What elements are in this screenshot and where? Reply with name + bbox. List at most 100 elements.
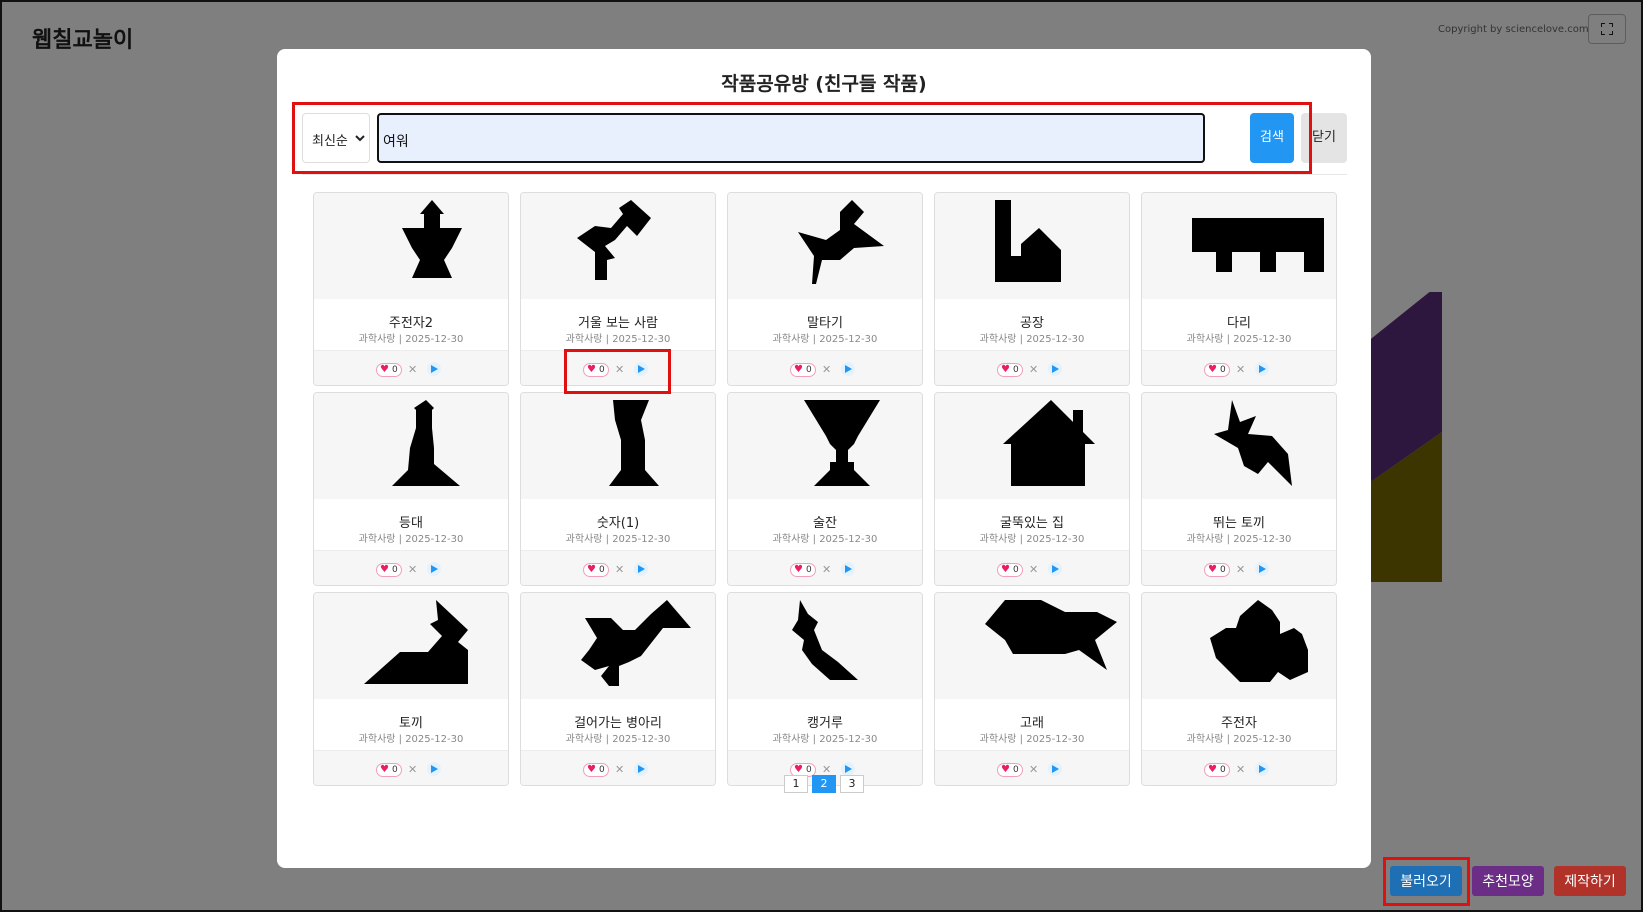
artwork-card[interactable]: 굴뚝있는 집 과학사랑 | 2025-12-30 ♥ 0 ✕ <box>934 392 1130 586</box>
close-button[interactable]: 닫기 <box>1301 113 1347 163</box>
delete-icon[interactable]: ✕ <box>1236 363 1245 377</box>
make-button[interactable]: 제작하기 <box>1554 866 1626 896</box>
artwork-card[interactable]: 캥거루 과학사랑 | 2025-12-30 ♥ 0 ✕ <box>727 592 923 786</box>
artwork-title: 주전자 <box>1221 716 1257 731</box>
delete-icon[interactable]: ✕ <box>408 363 417 377</box>
load-button[interactable]: 불러오기 <box>1390 866 1462 896</box>
artwork-meta: 과학사랑 | 2025-12-30 <box>565 734 671 745</box>
delete-icon[interactable]: ✕ <box>822 363 831 377</box>
artwork-card[interactable]: 숫자(1) 과학사랑 | 2025-12-30 ♥ 0 ✕ <box>520 392 716 586</box>
play-icon <box>638 365 645 373</box>
artwork-title: 고래 <box>1020 716 1044 731</box>
like-button[interactable]: ♥ 0 <box>1204 363 1230 377</box>
like-button[interactable]: ♥ 0 <box>583 563 609 577</box>
like-button[interactable]: ♥ 0 <box>583 363 609 377</box>
delete-icon[interactable]: ✕ <box>408 563 417 577</box>
artwork-thumbnail[interactable] <box>728 193 922 299</box>
artwork-card[interactable]: 뛰는 토끼 과학사랑 | 2025-12-30 ♥ 0 ✕ <box>1141 392 1337 586</box>
heart-icon: ♥ <box>380 364 389 375</box>
page-button-2[interactable]: 2 <box>812 775 836 793</box>
like-button[interactable]: ♥ 0 <box>790 563 816 577</box>
artwork-thumbnail[interactable] <box>1142 193 1336 299</box>
artwork-thumbnail[interactable] <box>728 393 922 499</box>
artwork-card[interactable]: 다리 과학사랑 | 2025-12-30 ♥ 0 ✕ <box>1141 192 1337 386</box>
artwork-meta: 과학사랑 | 2025-12-30 <box>358 534 464 545</box>
like-button[interactable]: ♥ 0 <box>997 363 1023 377</box>
play-button[interactable] <box>1255 362 1269 376</box>
artwork-card[interactable]: 공장 과학사랑 | 2025-12-30 ♥ 0 ✕ <box>934 192 1130 386</box>
artwork-title: 다리 <box>1227 316 1251 331</box>
artwork-card[interactable]: 주전자2 과학사랑 | 2025-12-30 ♥ 0 ✕ <box>313 192 509 386</box>
recommend-shapes-button[interactable]: 추천모양 <box>1472 866 1544 896</box>
chevron-down-icon <box>355 135 365 142</box>
play-icon <box>845 365 852 373</box>
play-icon <box>1052 765 1059 773</box>
like-button[interactable]: ♥ 0 <box>376 563 402 577</box>
shape-factory-icon <box>995 200 1061 282</box>
artwork-card[interactable]: 술잔 과학사랑 | 2025-12-30 ♥ 0 ✕ <box>727 392 923 586</box>
artwork-thumbnail[interactable] <box>314 193 508 299</box>
artwork-title: 거울 보는 사람 <box>577 316 659 331</box>
play-button[interactable] <box>841 362 855 376</box>
play-button[interactable] <box>427 762 441 776</box>
like-button[interactable]: ♥ 0 <box>1204 563 1230 577</box>
artwork-thumbnail[interactable] <box>728 593 922 699</box>
search-button[interactable]: 검색 <box>1250 113 1294 163</box>
app-frame: 웹칠교놀이 Copyright by sciencelove.com 불러오기 … <box>0 0 1643 912</box>
artwork-card[interactable]: 말타기 과학사랑 | 2025-12-30 ♥ 0 ✕ <box>727 192 923 386</box>
delete-icon[interactable]: ✕ <box>1236 563 1245 577</box>
artwork-card[interactable]: 고래 과학사랑 | 2025-12-30 ♥ 0 ✕ <box>934 592 1130 786</box>
like-button[interactable]: ♥ 0 <box>997 563 1023 577</box>
play-button[interactable] <box>634 362 648 376</box>
artwork-thumbnail[interactable] <box>314 593 508 699</box>
heart-icon: ♥ <box>794 364 803 375</box>
artwork-thumbnail[interactable] <box>935 193 1129 299</box>
delete-icon[interactable]: ✕ <box>615 563 624 577</box>
play-button[interactable] <box>427 562 441 576</box>
play-button[interactable] <box>1048 762 1062 776</box>
play-button[interactable] <box>427 362 441 376</box>
like-button[interactable]: ♥ 0 <box>790 363 816 377</box>
card-actions: ♥ 0 ✕ <box>521 350 715 385</box>
play-button[interactable] <box>1048 362 1062 376</box>
artwork-card[interactable]: 걸어가는 병아리 과학사랑 | 2025-12-30 ♥ 0 ✕ <box>520 592 716 786</box>
search-input[interactable]: 여워 <box>377 113 1205 163</box>
artwork-thumbnail[interactable] <box>935 393 1129 499</box>
play-icon <box>845 765 852 773</box>
heart-icon: ♥ <box>1208 364 1217 375</box>
play-icon <box>845 565 852 573</box>
play-button[interactable] <box>1255 562 1269 576</box>
like-count: 0 <box>806 365 812 375</box>
play-button[interactable] <box>1255 762 1269 776</box>
artwork-card[interactable]: 토끼 과학사랑 | 2025-12-30 ♥ 0 ✕ <box>313 592 509 786</box>
artwork-thumbnail[interactable] <box>521 393 715 499</box>
like-button[interactable]: ♥ 0 <box>376 363 402 377</box>
artwork-thumbnail[interactable] <box>935 593 1129 699</box>
play-icon <box>1052 365 1059 373</box>
artwork-thumbnail[interactable] <box>521 593 715 699</box>
artwork-thumbnail[interactable] <box>314 393 508 499</box>
play-button[interactable] <box>634 762 648 776</box>
artwork-card[interactable]: 주전자 과학사랑 | 2025-12-30 ♥ 0 ✕ <box>1141 592 1337 786</box>
artwork-card[interactable]: 거울 보는 사람 과학사랑 | 2025-12-30 ♥ 0 ✕ <box>520 192 716 386</box>
delete-icon[interactable]: ✕ <box>1029 363 1038 377</box>
sort-select[interactable]: 최신순 <box>302 113 370 163</box>
artwork-thumbnail[interactable] <box>1142 393 1336 499</box>
play-button[interactable] <box>841 562 855 576</box>
play-button[interactable] <box>1048 562 1062 576</box>
play-button[interactable] <box>634 562 648 576</box>
like-count: 0 <box>392 565 398 575</box>
delete-icon[interactable]: ✕ <box>615 363 624 377</box>
artwork-thumbnail[interactable] <box>521 193 715 299</box>
page-button-1[interactable]: 1 <box>784 775 808 793</box>
page-button-3[interactable]: 3 <box>840 775 864 793</box>
artwork-card[interactable]: 등대 과학사랑 | 2025-12-30 ♥ 0 ✕ <box>313 392 509 586</box>
artwork-title: 숫자(1) <box>596 516 640 531</box>
delete-icon[interactable]: ✕ <box>822 563 831 577</box>
artwork-meta: 과학사랑 | 2025-12-30 <box>772 734 878 745</box>
shape-horse-riding-icon <box>798 200 884 284</box>
play-button[interactable] <box>841 762 855 776</box>
artwork-thumbnail[interactable] <box>1142 593 1336 699</box>
shape-walking-chick-icon <box>581 600 691 686</box>
delete-icon[interactable]: ✕ <box>1029 563 1038 577</box>
